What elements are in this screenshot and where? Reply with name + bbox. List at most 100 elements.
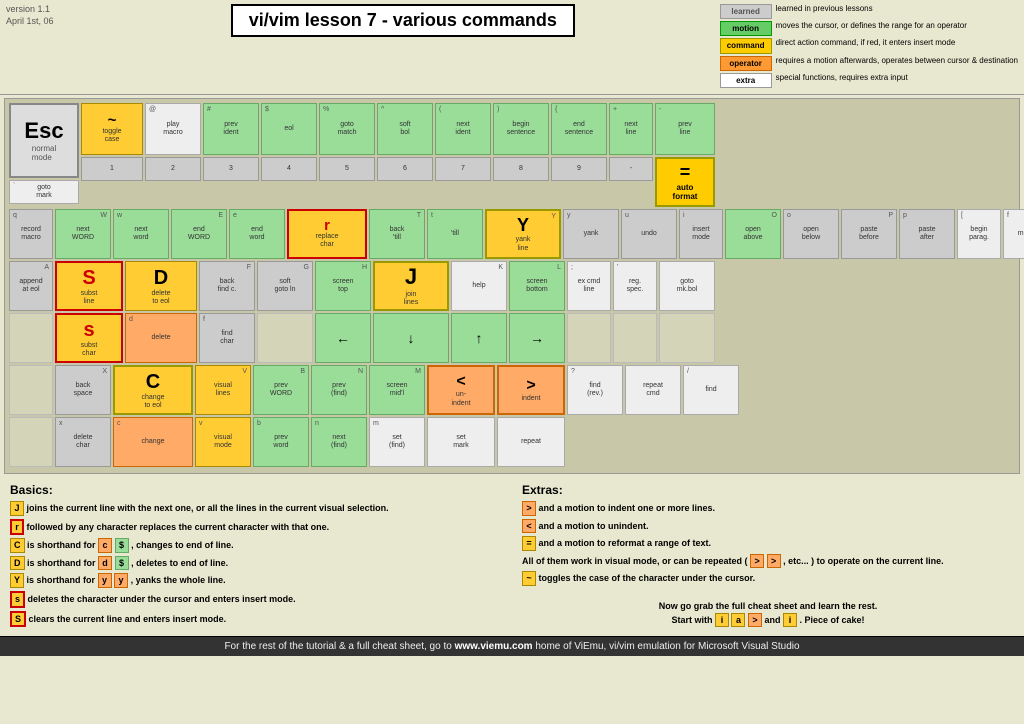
key-h-arrow: ← — [315, 313, 371, 363]
inline-gt3: > — [767, 554, 781, 569]
footer-link[interactable]: www.viemu.com — [455, 641, 533, 652]
key-c-lower: c change — [113, 417, 193, 467]
key-4-bottom: 4 — [261, 157, 317, 181]
key-6-bottom: 6 — [377, 157, 433, 181]
inline-tilde: ~ — [522, 571, 536, 586]
key-q: q recordmacro — [9, 209, 53, 259]
key-backtick: ` gotomark — [9, 180, 79, 204]
key-t-lower: t 'till — [427, 209, 483, 259]
key-paren-close: ) beginsentence — [493, 103, 549, 155]
key-o-lower: o openbelow — [783, 209, 839, 259]
inline-i: i — [715, 613, 729, 628]
key-at: @ playmacro — [145, 103, 201, 155]
key-comma: setmark — [427, 417, 495, 467]
key-G-upper: G softgoto ln — [257, 261, 313, 311]
key-w-lower: w nextword — [113, 209, 169, 259]
key-blank2 — [257, 313, 313, 363]
key-5-bottom: 5 — [319, 157, 375, 181]
key-3-bottom: 3 — [203, 157, 259, 181]
key-e-lower: e endword — [229, 209, 285, 259]
key-indent: > indent — [497, 365, 565, 415]
inline-a: a — [731, 613, 745, 628]
extras-line-tilde: ~ toggles the case of the character unde… — [522, 571, 1014, 586]
legend-learned-text: learned in previous lessons — [776, 4, 873, 14]
key-period: repeat — [497, 417, 565, 467]
info-section: Basics: J joins the current line with th… — [0, 477, 1024, 636]
key-N-upper: N prev(find) — [311, 365, 367, 415]
key-K-help: K help — [451, 261, 507, 311]
key-l-arrow: → — [509, 313, 565, 363]
key-k-arrow: ↑ — [451, 313, 507, 363]
legend-operator: operator requires a motion afterwards, o… — [720, 56, 1018, 71]
version-info: version 1.1 April 1st, 06 — [6, 4, 86, 27]
key-goto-mark: gotomk.bol — [659, 261, 715, 311]
inline-c: c — [98, 538, 112, 553]
legend-command-text: direct action command, if red, it enters… — [776, 38, 956, 48]
footer-text: For the rest of the tutorial & a full ch… — [224, 641, 799, 652]
basics-line-S: S clears the current line and enters ins… — [10, 611, 502, 628]
key-L-upper: L screenbottom — [509, 261, 565, 311]
key-question: ? find(rev.) — [567, 365, 623, 415]
key-slash: / find — [683, 365, 739, 415]
inline-S: S — [10, 611, 26, 628]
key-blank1 — [9, 313, 53, 363]
key-blank3 — [567, 313, 611, 363]
extras-line-indent: > and a motion to indent one or more lin… — [522, 501, 1014, 516]
key-bracket-open: [ beginparag. — [957, 209, 1001, 259]
inline-Y: Y — [10, 573, 24, 588]
key-plus: + nextline — [609, 103, 653, 155]
key-p-lower: p pasteafter — [899, 209, 955, 259]
key-i-lower: i insertmode — [679, 209, 723, 259]
keyboard-area: Esc normalmode ` gotomark ~ togglecase 1… — [4, 98, 1020, 474]
version-text: version 1.1 — [6, 4, 86, 16]
key-E-upper: E endWORD — [171, 209, 227, 259]
key-W-upper: W nextWORD — [55, 209, 111, 259]
extras-title: Extras: — [522, 483, 1014, 497]
inline-s: s — [10, 591, 25, 608]
inline-gt4: > — [748, 613, 762, 628]
basics-title: Basics: — [10, 483, 502, 497]
basics-line-D: D is shorthand for d $ , deletes to end … — [10, 556, 502, 571]
key-m-lower: m set(find) — [369, 417, 425, 467]
legend-extra: extra special functions, requires extra … — [720, 73, 1018, 88]
legend-command: command direct action command, if red, i… — [720, 38, 1018, 53]
inline-eq: = — [522, 536, 536, 551]
key-F-upper: F backfind c. — [199, 261, 255, 311]
inline-y2: y — [114, 573, 128, 588]
key-D-upper: D deleteto eol — [125, 261, 197, 311]
key-V-upper: V visuallines — [195, 365, 251, 415]
legend-motion-text: moves the cursor, or defines the range f… — [776, 21, 967, 31]
key-s-lower: s substchar — [55, 313, 123, 363]
key-f-lower: f findchar — [199, 313, 255, 363]
key-7-bottom: 7 — [435, 157, 491, 181]
basics-line-r: r followed by any character replaces the… — [10, 519, 502, 536]
key-2-bottom: 2 — [145, 157, 201, 181]
basics-line-Y: Y is shorthand for y y , yanks the whole… — [10, 573, 502, 588]
inline-gt2: > — [750, 554, 764, 569]
key-B-upper: B prevWORD — [253, 365, 309, 415]
key-apostrophe: ' reg.spec. — [613, 261, 657, 311]
key-percent: % gotomatch — [319, 103, 375, 155]
key-H-upper: H screentop — [315, 261, 371, 311]
inline-d: d — [98, 556, 112, 571]
key-J-join: J joinlines — [373, 261, 449, 311]
key-d-lower: d delete — [125, 313, 197, 363]
key-O-upper: O openabove — [725, 209, 781, 259]
badge-command: command — [720, 38, 772, 53]
key-hash: # prevident — [203, 103, 259, 155]
inline-lt: < — [522, 519, 536, 534]
key-S-upper: S substline — [55, 261, 123, 311]
esc-label: Esc — [24, 118, 63, 144]
inline-dollar: $ — [115, 538, 129, 553]
inline-i2: i — [783, 613, 797, 628]
key-paren-open: ( nextident — [435, 103, 491, 155]
key-b-lower: b prevword — [253, 417, 309, 467]
inline-J: J — [10, 501, 24, 516]
inline-gt: > — [522, 501, 536, 516]
basics-line-j: J joins the current line with the next o… — [10, 501, 502, 516]
key-auto-format: = autoformat — [655, 157, 715, 207]
key-X-upper: X backspace — [55, 365, 111, 415]
inline-D: D — [10, 556, 25, 571]
asdf-row2: s substchar d delete f findchar ← ↓ ↑ → — [9, 313, 1015, 363]
key-blank4 — [613, 313, 657, 363]
